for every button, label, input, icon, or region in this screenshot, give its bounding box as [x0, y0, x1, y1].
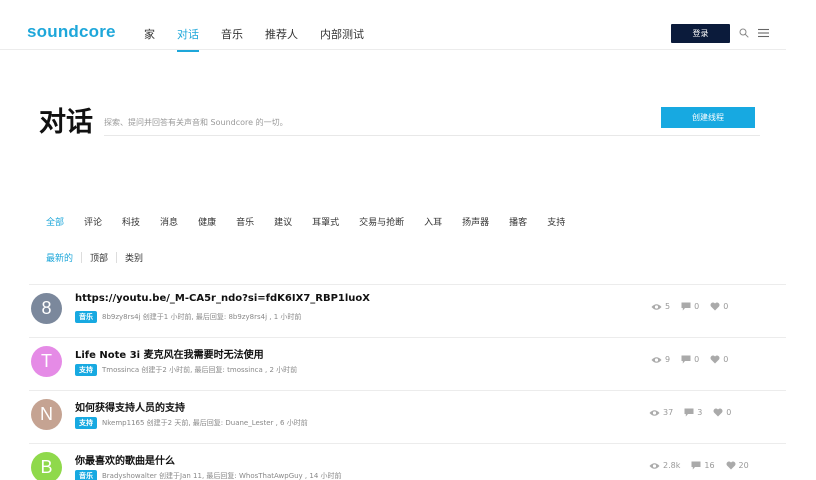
- thread-title[interactable]: 如何获得支持人员的支持: [75, 399, 185, 414]
- category-news[interactable]: 消息: [160, 215, 178, 228]
- thread-row[interactable]: T Life Note 3i 麦克风在我需要时无法使用 支持 Tmossinca…: [29, 338, 786, 391]
- comments-stat: 0: [681, 355, 699, 364]
- likes-count: 0: [726, 408, 732, 417]
- thread-tag[interactable]: 音乐: [75, 470, 97, 480]
- views-stat: 37: [649, 408, 673, 417]
- nav-beta-testing[interactable]: 内部测试: [320, 26, 364, 42]
- likes-stat[interactable]: 0: [710, 355, 728, 364]
- thread-meta-text: 8b9zy8rs4j 创建于1 小时前, 最后回复: 8b9zy8rs4j , …: [102, 313, 302, 321]
- nav-music[interactable]: 音乐: [221, 26, 243, 42]
- category-reviews[interactable]: 评论: [84, 215, 102, 228]
- views-stat: 5: [651, 302, 670, 311]
- views-count: 5: [665, 302, 671, 311]
- comments-stat: 16: [691, 461, 715, 470]
- views-stat: 2.8k: [649, 461, 680, 470]
- category-health[interactable]: 健康: [198, 215, 216, 228]
- sort-tabs: 最新的 顶部 类别: [46, 251, 143, 264]
- thread-stats: 37 3 0: [649, 408, 742, 417]
- thread-meta-text: Tmossinca 创建于2 小时前, 最后回复: tmossinca , 2 …: [102, 366, 298, 374]
- comment-icon: [691, 461, 701, 470]
- thread-meta-text: Nkemp1165 创建于2 天前, 最后回复: Duane_Lester , …: [102, 419, 308, 427]
- sort-divider: [81, 252, 83, 263]
- title-divider: [104, 135, 760, 136]
- avatar[interactable]: N: [31, 399, 62, 430]
- comment-icon: [681, 302, 691, 311]
- soundcore-logo[interactable]: soundcore: [27, 22, 116, 42]
- category-suggestions[interactable]: 建议: [274, 215, 292, 228]
- avatar[interactable]: T: [31, 346, 62, 377]
- thread-title[interactable]: 你最喜欢的歌曲是什么: [75, 452, 175, 467]
- category-music[interactable]: 音乐: [236, 215, 254, 228]
- thread-tag[interactable]: 支持: [75, 417, 97, 429]
- views-stat: 9: [651, 355, 670, 364]
- page-title: 对话: [39, 107, 93, 138]
- heart-icon: [710, 355, 720, 364]
- thread-tag[interactable]: 支持: [75, 364, 97, 376]
- thread-tag[interactable]: 音乐: [75, 311, 97, 323]
- views-count: 2.8k: [663, 461, 681, 470]
- likes-count: 20: [738, 461, 749, 470]
- category-all[interactable]: 全部: [46, 215, 64, 228]
- likes-stat[interactable]: 20: [726, 461, 749, 470]
- comments-count: 3: [697, 408, 703, 417]
- thread-meta: 支持 Nkemp1165 创建于2 天前, 最后回复: Duane_Lester…: [75, 417, 308, 429]
- page-subtitle: 探索、提问并回答有关声音和 Soundcore 的一切。: [104, 118, 288, 127]
- comments-stat: 0: [681, 302, 699, 311]
- views-count: 9: [665, 355, 671, 364]
- eye-icon: [649, 462, 660, 469]
- thread-title[interactable]: Life Note 3i 麦克风在我需要时无法使用: [75, 346, 264, 361]
- comments-count: 0: [694, 302, 700, 311]
- heart-icon: [713, 408, 723, 417]
- views-count: 37: [663, 408, 674, 417]
- menu-icon[interactable]: [758, 28, 769, 38]
- thread-stats: 2.8k 16 20: [649, 461, 760, 470]
- eye-icon: [651, 303, 662, 310]
- sort-categories[interactable]: 类别: [125, 251, 143, 264]
- category-over-ear[interactable]: 耳罩式: [312, 215, 339, 228]
- login-button[interactable]: 登录: [671, 24, 730, 43]
- thread-meta: 音乐 8b9zy8rs4j 创建于1 小时前, 最后回复: 8b9zy8rs4j…: [75, 311, 301, 323]
- category-speakers[interactable]: 扬声器: [462, 215, 489, 228]
- nav-referrers[interactable]: 推荐人: [265, 26, 298, 42]
- likes-count: 0: [723, 355, 729, 364]
- comment-icon: [684, 408, 694, 417]
- likes-stat[interactable]: 0: [710, 302, 728, 311]
- likes-stat[interactable]: 0: [713, 408, 731, 417]
- eye-icon: [649, 409, 660, 416]
- thread-row[interactable]: B 你最喜欢的歌曲是什么 音乐 Bradyshowalter 创建于Jan 11…: [29, 444, 786, 480]
- thread-meta: 支持 Tmossinca 创建于2 小时前, 最后回复: tmossinca ,…: [75, 364, 297, 376]
- thread-stats: 5 0 0: [651, 302, 739, 311]
- nav-home[interactable]: 家: [144, 26, 155, 42]
- site-header: soundcore 家 对话 音乐 推荐人 内部测试 登录: [0, 0, 786, 52]
- create-thread-button[interactable]: 创建线程: [661, 107, 755, 128]
- category-in-ear[interactable]: 入耳: [424, 215, 442, 228]
- search-icon[interactable]: [739, 28, 749, 38]
- heart-icon: [726, 461, 736, 470]
- thread-meta: 音乐 Bradyshowalter 创建于Jan 11, 最后回复: WhosT…: [75, 470, 342, 480]
- comments-count: 16: [704, 461, 715, 470]
- main-nav: 家 对话 音乐 推荐人 内部测试: [144, 26, 386, 52]
- comments-stat: 3: [684, 408, 702, 417]
- thread-row[interactable]: N 如何获得支持人员的支持 支持 Nkemp1165 创建于2 天前, 最后回复…: [29, 391, 786, 444]
- thread-title[interactable]: https://youtu.be/_M-CA5r_ndo?si=fdK6IX7_…: [75, 293, 370, 304]
- comments-count: 0: [694, 355, 700, 364]
- category-deals[interactable]: 交易与抢断: [359, 215, 404, 228]
- thread-meta-text: Bradyshowalter 创建于Jan 11, 最后回复: WhosThat…: [102, 472, 342, 480]
- avatar[interactable]: B: [31, 452, 62, 480]
- heart-icon: [710, 302, 720, 311]
- eye-icon: [651, 356, 662, 363]
- likes-count: 0: [723, 302, 729, 311]
- comment-icon: [681, 355, 691, 364]
- thread-row[interactable]: 8 https://youtu.be/_M-CA5r_ndo?si=fdK6IX…: [29, 285, 786, 338]
- category-support[interactable]: 支持: [547, 215, 565, 228]
- sort-top[interactable]: 顶部: [90, 251, 108, 264]
- nav-conversations[interactable]: 对话: [177, 26, 199, 52]
- avatar[interactable]: 8: [31, 293, 62, 324]
- sort-divider: [116, 252, 118, 263]
- thread-stats: 9 0 0: [651, 355, 739, 364]
- category-podcasts[interactable]: 播客: [509, 215, 527, 228]
- category-tech[interactable]: 科技: [122, 215, 140, 228]
- category-tabs: 全部 评论 科技 消息 健康 音乐 建议 耳罩式 交易与抢断 入耳 扬声器 播客…: [46, 215, 585, 228]
- sort-latest[interactable]: 最新的: [46, 251, 73, 264]
